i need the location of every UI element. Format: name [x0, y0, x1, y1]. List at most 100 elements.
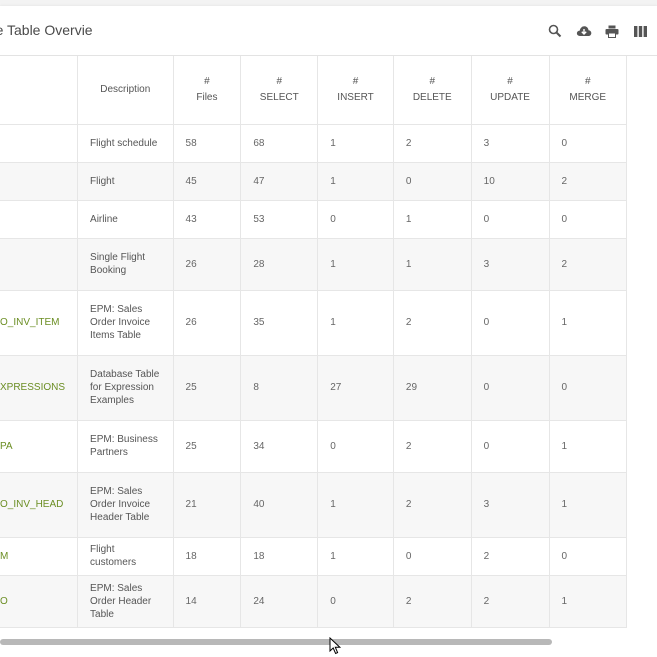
- table-update-count-cell: 0: [471, 200, 550, 239]
- column-header-merge[interactable]: # MERGE: [549, 56, 628, 125]
- table-update-count-cell: 3: [471, 124, 550, 163]
- table-merge-count-cell: 2: [549, 162, 628, 201]
- table-delete-count-cell: 2: [393, 420, 472, 473]
- table-merge-count-cell: 1: [549, 290, 628, 356]
- table-update-count-cell: 2: [471, 537, 550, 576]
- table-row[interactable]: PA EPM: Business Partners 25 34 0 2 0 1: [0, 420, 628, 473]
- table-description-cell: EPM: Business Partners: [77, 420, 174, 473]
- table-merge-count-cell: 2: [549, 238, 628, 291]
- column-header-name[interactable]: [0, 56, 79, 125]
- table-delete-count-cell: 0: [393, 162, 472, 201]
- table-description-cell: EPM: Sales Order Header Table: [77, 575, 174, 628]
- table-select-count-cell: 53: [240, 200, 319, 239]
- table-update-count-cell: 3: [471, 472, 550, 538]
- mouse-cursor-icon: [329, 636, 342, 657]
- columns-icon[interactable]: [629, 20, 651, 42]
- table-insert-count-cell: 1: [317, 472, 394, 538]
- table-description-cell: Flight: [77, 162, 174, 201]
- table-delete-count-cell: 1: [393, 200, 472, 239]
- table-files-count-cell: 45: [173, 162, 242, 201]
- table-name-link[interactable]: XPRESSIONS: [0, 355, 79, 421]
- table-description-cell: EPM: Sales Order Invoice Items Table: [77, 290, 174, 356]
- page-title: base Table Overvie: [0, 22, 93, 38]
- table-row[interactable]: O EPM: Sales Order Header Table 14 24 0 2 2 1: [0, 575, 628, 628]
- column-header-delete[interactable]: # DELETE: [393, 56, 472, 125]
- table-scroll-area[interactable]: Description # Files # SELECT # INSERT # DELE…: [0, 56, 657, 628]
- horizontal-scrollbar-thumb[interactable]: [0, 639, 552, 645]
- print-icon[interactable]: [601, 20, 623, 42]
- table-name-link[interactable]: O_INV_ITEM: [0, 290, 79, 356]
- column-header-select[interactable]: # SELECT: [240, 56, 319, 125]
- table-merge-count-cell: 0: [549, 200, 628, 239]
- table-select-count-cell: 28: [240, 238, 319, 291]
- table-files-count-cell: 58: [173, 124, 242, 163]
- search-icon[interactable]: [544, 20, 566, 42]
- table-name-link[interactable]: [0, 162, 79, 201]
- table-insert-count-cell: 0: [317, 575, 394, 628]
- table-insert-count-cell: 0: [317, 420, 394, 473]
- table-merge-count-cell: 1: [549, 575, 628, 628]
- table-delete-count-cell: 2: [393, 472, 472, 538]
- table-name-link[interactable]: [0, 200, 79, 239]
- table-delete-count-cell: 2: [393, 575, 472, 628]
- table-select-count-cell: 18: [240, 537, 319, 576]
- table-name-link[interactable]: [0, 124, 79, 163]
- table-insert-count-cell: 1: [317, 162, 394, 201]
- table-insert-count-cell: 1: [317, 238, 394, 291]
- table-delete-count-cell: 2: [393, 124, 472, 163]
- table-name-link[interactable]: O_INV_HEAD: [0, 472, 79, 538]
- table-row[interactable]: O_INV_HEAD EPM: Sales Order Invoice Heade…: [0, 472, 628, 538]
- table-insert-count-cell: 1: [317, 290, 394, 356]
- column-header-description[interactable]: Description: [77, 56, 174, 125]
- table-update-count-cell: 10: [471, 162, 550, 201]
- table-row[interactable]: Flight 45 47 1 0 10 2: [0, 162, 628, 201]
- table-files-count-cell: 26: [173, 290, 242, 356]
- table-row[interactable]: XPRESSIONS Database Table for Expression …: [0, 355, 628, 421]
- table-update-count-cell: 3: [471, 238, 550, 291]
- table-panel: base Table Overvie: [0, 6, 657, 657]
- column-header-files[interactable]: # Files: [173, 56, 242, 125]
- table-update-count-cell: 0: [471, 420, 550, 473]
- table-name-link[interactable]: M: [0, 537, 79, 576]
- table-merge-count-cell: 1: [549, 420, 628, 473]
- table-select-count-cell: 47: [240, 162, 319, 201]
- table-description-cell: EPM: Sales Order Invoice Header Table: [77, 472, 174, 538]
- table-row[interactable]: O_INV_ITEM EPM: Sales Order Invoice Items…: [0, 290, 628, 356]
- table-insert-count-cell: 1: [317, 537, 394, 576]
- table-description-cell: Flight customers: [77, 537, 174, 576]
- table-merge-count-cell: 0: [549, 355, 628, 421]
- table-update-count-cell: 0: [471, 355, 550, 421]
- column-header-update[interactable]: # UPDATE: [471, 56, 550, 125]
- table-row[interactable]: Airline 43 53 0 1 0 0: [0, 200, 628, 239]
- table-name-link[interactable]: O: [0, 575, 79, 628]
- table-delete-count-cell: 2: [393, 290, 472, 356]
- table-update-count-cell: 0: [471, 290, 550, 356]
- table-update-count-cell: 2: [471, 575, 550, 628]
- table-files-count-cell: 25: [173, 420, 242, 473]
- cloud-download-icon[interactable]: [573, 20, 595, 42]
- table-select-count-cell: 35: [240, 290, 319, 356]
- column-header-insert[interactable]: # INSERT: [317, 56, 394, 125]
- table-files-count-cell: 18: [173, 537, 242, 576]
- table-description-cell: Database Table for Expression Examples: [77, 355, 174, 421]
- table-select-count-cell: 8: [240, 355, 319, 421]
- table-name-link[interactable]: [0, 238, 79, 291]
- table-name-link[interactable]: PA: [0, 420, 79, 473]
- table-select-count-cell: 68: [240, 124, 319, 163]
- table-description-cell: Flight schedule: [77, 124, 174, 163]
- table-merge-count-cell: 1: [549, 472, 628, 538]
- table-description-cell: Airline: [77, 200, 174, 239]
- table-row[interactable]: Single Flight Booking 26 28 1 1 3 2: [0, 238, 628, 291]
- table-row[interactable]: M Flight customers 18 18 1 0 2 0: [0, 537, 628, 576]
- table-row[interactable]: Flight schedule 58 68 1 2 3 0: [0, 124, 628, 163]
- table-select-count-cell: 24: [240, 575, 319, 628]
- table-files-count-cell: 26: [173, 238, 242, 291]
- table-files-count-cell: 21: [173, 472, 242, 538]
- table-files-count-cell: 25: [173, 355, 242, 421]
- table-select-count-cell: 34: [240, 420, 319, 473]
- table-delete-count-cell: 0: [393, 537, 472, 576]
- table-description-cell: Single Flight Booking: [77, 238, 174, 291]
- table-merge-count-cell: 0: [549, 537, 628, 576]
- table-delete-count-cell: 29: [393, 355, 472, 421]
- data-table: Description # Files # SELECT # INSERT # DELE…: [0, 56, 628, 628]
